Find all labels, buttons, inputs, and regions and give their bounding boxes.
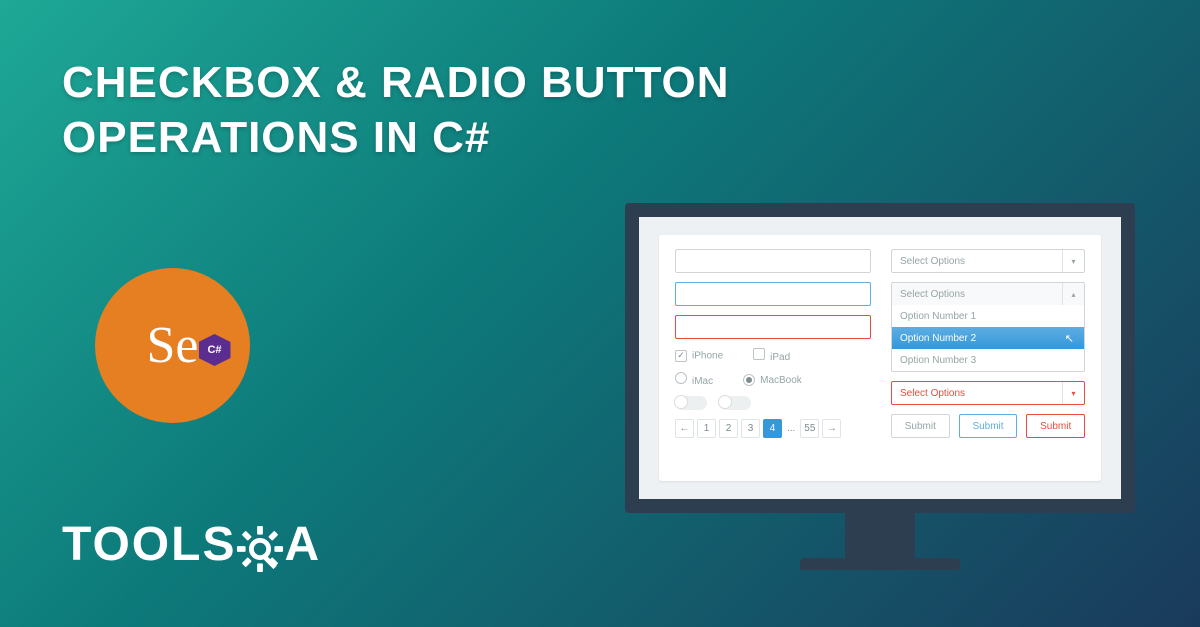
pager-page-3[interactable]: 3 (741, 419, 760, 438)
page-title: CHECKBOX & RADIO BUTTON OPERATIONS IN C# (62, 55, 730, 165)
pager-next[interactable]: → (822, 419, 841, 438)
logo-part-2: A (284, 517, 321, 572)
radio-imac[interactable]: iMac (675, 372, 713, 387)
button-row: Submit Submit Submit (891, 414, 1085, 438)
pager-page-4[interactable]: 4 (763, 419, 782, 438)
checkbox-row: iPhone iPad (675, 348, 871, 363)
pager-page-2[interactable]: 2 (719, 419, 738, 438)
chevron-up-icon: ▴ (1062, 283, 1084, 305)
monitor-stand (845, 513, 915, 558)
submit-button-danger[interactable]: Submit (1026, 414, 1085, 438)
radio-icon (743, 374, 755, 386)
select-option-1[interactable]: Option Number 1 (892, 305, 1084, 327)
selenium-badge: Se C# (95, 268, 250, 423)
monitor-base (800, 558, 960, 570)
pager-prev[interactable]: ← (675, 419, 694, 438)
select-default[interactable]: Select Options ▾ (891, 249, 1085, 273)
select-error[interactable]: Select Options ▾ (891, 381, 1085, 405)
checkbox-icon (753, 348, 765, 360)
checkbox-ipad[interactable]: iPad (753, 348, 790, 363)
text-input-error[interactable] (675, 315, 871, 339)
pager-page-1[interactable]: 1 (697, 419, 716, 438)
gear-icon (236, 525, 284, 573)
checkbox-iphone[interactable]: iPhone (675, 350, 723, 362)
logo-part-1: TOOLS (62, 517, 236, 572)
select-option-3[interactable]: Option Number 3 (892, 349, 1084, 371)
radio-row: iMac MacBook (675, 372, 871, 387)
text-input-default[interactable] (675, 249, 871, 273)
text-input-focus[interactable] (675, 282, 871, 306)
pager-ellipsis: ... (785, 423, 797, 434)
submit-button-default[interactable]: Submit (891, 414, 950, 438)
select-open[interactable]: Select Options ▴ Option Number 1 Option … (891, 282, 1085, 372)
toolsqa-logo: TOOLS A (62, 517, 321, 572)
selenium-text: Se C# (147, 316, 199, 375)
toggle-1[interactable] (675, 396, 707, 410)
toggle-row (675, 396, 871, 410)
toggle-2[interactable] (719, 396, 751, 410)
form-card: iPhone iPad iMac MacBook ← 1 2 3 4 (659, 235, 1101, 481)
pager-last[interactable]: 55 (800, 419, 819, 438)
title-line-2: OPERATIONS IN C# (62, 110, 730, 165)
pagination: ← 1 2 3 4 ... 55 → (675, 419, 871, 438)
chevron-down-icon: ▾ (1062, 250, 1084, 272)
submit-button-primary[interactable]: Submit (959, 414, 1018, 438)
select-header[interactable]: Select Options ▴ (892, 283, 1084, 305)
title-line-1: CHECKBOX & RADIO BUTTON (62, 55, 730, 110)
csharp-icon: C# (199, 334, 231, 366)
monitor-illustration: iPhone iPad iMac MacBook ← 1 2 3 4 (625, 203, 1135, 583)
checkbox-icon (675, 350, 687, 362)
chevron-down-icon: ▾ (1062, 382, 1084, 404)
screen: iPhone iPad iMac MacBook ← 1 2 3 4 (625, 203, 1135, 513)
cursor-icon: ↖ (1065, 332, 1074, 345)
select-option-2[interactable]: Option Number 2 ↖ (892, 327, 1084, 349)
radio-icon (675, 372, 687, 384)
radio-macbook[interactable]: MacBook (743, 374, 802, 386)
